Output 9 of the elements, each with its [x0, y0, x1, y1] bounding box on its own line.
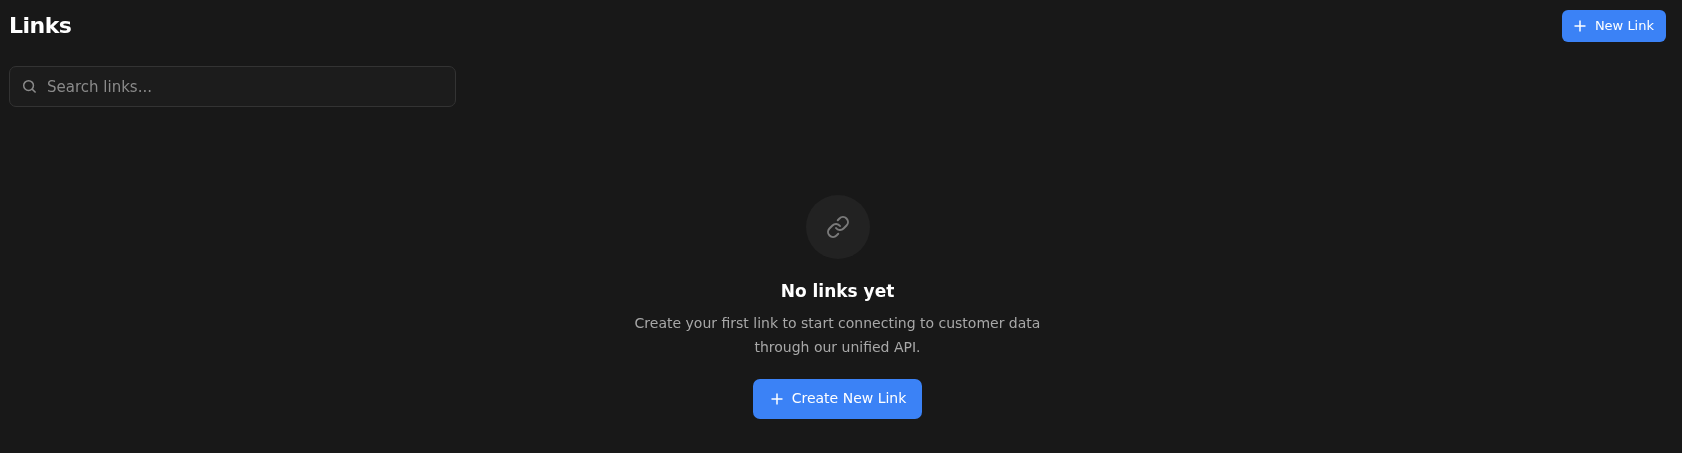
create-new-link-button[interactable]: Create New Link	[752, 378, 923, 419]
empty-state-description: Create your first link to start connecting to customer data through our unified API.	[633, 313, 1042, 357]
plus-icon	[1573, 20, 1586, 32]
empty-state-title: No links yet	[780, 280, 895, 303]
plus-icon	[770, 392, 783, 405]
search-field[interactable]: Search links...	[9, 66, 456, 107]
page-title: Links	[9, 12, 72, 40]
link-icon	[825, 215, 850, 239]
new-link-button[interactable]: New Link	[1561, 10, 1666, 42]
